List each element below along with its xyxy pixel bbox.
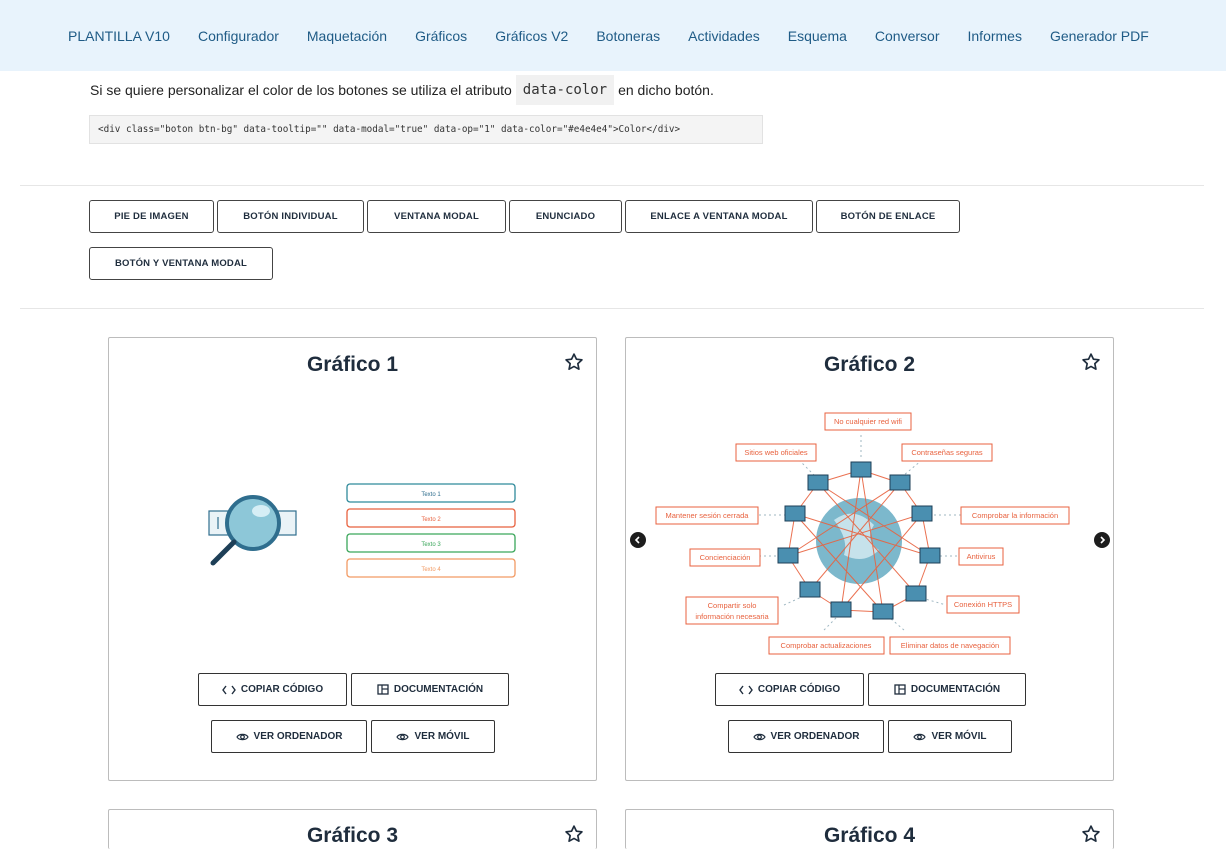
copy-code-button[interactable]: COPIAR CÓDIGO xyxy=(198,673,347,706)
nav-link-esquema[interactable]: Esquema xyxy=(788,28,847,44)
network-label: No cualquier red wifi xyxy=(834,417,902,426)
network-label: Conexión HTTPS xyxy=(954,600,1012,609)
card-title: Gráfico 4 xyxy=(823,824,916,847)
divider xyxy=(20,308,1204,309)
network-label: Eliminar datos de navegación xyxy=(901,641,999,650)
view-mobile-label: VER MÓVIL xyxy=(414,731,470,742)
eye-icon xyxy=(913,733,927,740)
documentation-button[interactable]: DOCUMENTACIÓN xyxy=(351,673,509,706)
nav-link-botoneras[interactable]: Botoneras xyxy=(596,28,660,44)
preview-text-1: Texto 1 xyxy=(421,492,441,498)
book-icon xyxy=(894,684,906,695)
intro-paragraph: Si se quiere personalizar el color de lo… xyxy=(90,75,714,105)
demo-button-boton-ventana-modal[interactable]: BOTÓN Y VENTANA MODAL xyxy=(89,247,273,280)
card-title: Gráfico 3 xyxy=(306,824,399,847)
graphic-preview-1: Texto 1 Texto 2 Texto 3 Texto 4 xyxy=(208,483,516,578)
demo-button-boton-individual[interactable]: BOTÓN INDIVIDUAL xyxy=(217,200,364,233)
network-label: Concienciación xyxy=(700,553,751,562)
network-label: Comprobar actualizaciones xyxy=(781,641,872,650)
documentation-label: DOCUMENTACIÓN xyxy=(393,684,484,695)
star-icon[interactable] xyxy=(1081,352,1101,372)
chevron-right-icon xyxy=(1100,536,1106,544)
network-label: Antivirus xyxy=(967,552,996,561)
carousel-next-button[interactable] xyxy=(1094,532,1110,548)
eye-icon xyxy=(396,733,410,740)
preview-text-4: Texto 4 xyxy=(421,567,441,573)
star-icon[interactable] xyxy=(1081,824,1101,844)
network-label: Mantener sesión cerrada xyxy=(666,511,750,520)
star-icon[interactable] xyxy=(564,824,584,844)
eye-icon xyxy=(752,733,766,740)
graphic-card-2: Gráfico 2 No cualquier red wifi Sitios w… xyxy=(625,337,1114,781)
nav-link-informes[interactable]: Informes xyxy=(968,28,1022,44)
documentation-button[interactable]: DOCUMENTACIÓN xyxy=(868,673,1026,706)
divider xyxy=(20,185,1204,186)
star-icon[interactable] xyxy=(564,352,584,372)
eye-icon xyxy=(235,733,249,740)
copy-code-label: COPIAR CÓDIGO xyxy=(240,684,324,695)
preview-text-3: Texto 3 xyxy=(421,542,441,548)
code-icon xyxy=(739,685,753,694)
view-mobile-button[interactable]: VER MÓVIL xyxy=(371,720,495,753)
demo-button-boton-enlace[interactable]: BOTÓN DE ENLACE xyxy=(816,200,960,233)
nav-link-conversor[interactable]: Conversor xyxy=(875,28,940,44)
demo-button-enunciado[interactable]: ENUNCIADO xyxy=(509,200,622,233)
nav-link-graficos-v2[interactable]: Gráficos V2 xyxy=(495,28,568,44)
code-example-text: <div class="boton btn-bg" data-tooltip="… xyxy=(98,124,681,135)
nav-link-plantilla[interactable]: PLANTILLA V10 xyxy=(68,28,170,44)
network-label: información necesaria xyxy=(695,612,769,621)
documentation-label: DOCUMENTACIÓN xyxy=(910,684,1001,695)
view-mobile-button[interactable]: VER MÓVIL xyxy=(888,720,1012,753)
view-desktop-label: VER ORDENADOR xyxy=(770,731,860,742)
inline-code: data-color xyxy=(515,75,615,105)
top-navigation: PLANTILLA V10 Configurador Maquetación G… xyxy=(0,0,1226,71)
copy-code-label: COPIAR CÓDIGO xyxy=(757,684,841,695)
chevron-left-icon xyxy=(634,536,640,544)
graphic-card-4: Gráfico 4 xyxy=(625,809,1114,849)
intro-text-before: Si se quiere personalizar el color de lo… xyxy=(90,82,512,98)
view-desktop-label: VER ORDENADOR xyxy=(253,731,343,742)
demo-button-ventana-modal[interactable]: VENTANA MODAL xyxy=(367,200,506,233)
carousel-prev-button[interactable] xyxy=(630,532,646,548)
book-icon xyxy=(377,684,389,695)
intro-text-after: en dicho botón. xyxy=(618,82,714,98)
graphic-card-1: Gráfico 1 Texto 1 Texto 2 Texto 3 Texto … xyxy=(108,337,597,781)
nav-link-generador-pdf[interactable]: Generador PDF xyxy=(1050,28,1149,44)
graphic-card-3: Gráfico 3 xyxy=(108,809,597,849)
card-title: Gráfico 1 xyxy=(306,353,399,376)
view-mobile-label: VER MÓVIL xyxy=(931,731,987,742)
demo-button-enlace-ventana-modal[interactable]: ENLACE A VENTANA MODAL xyxy=(625,200,813,233)
demo-button-pie-imagen[interactable]: PIE DE IMAGEN xyxy=(89,200,214,233)
preview-text-2: Texto 2 xyxy=(421,517,441,523)
view-desktop-button[interactable]: VER ORDENADOR xyxy=(728,720,884,753)
code-example-block: <div class="boton btn-bg" data-tooltip="… xyxy=(89,115,763,144)
nav-link-maquetacion[interactable]: Maquetación xyxy=(307,28,387,44)
graphic-preview-2: No cualquier red wifi Sitios web oficial… xyxy=(655,412,1070,655)
network-label: Comprobar la información xyxy=(972,511,1058,520)
nav-link-configurador[interactable]: Configurador xyxy=(198,28,279,44)
nav-link-actividades[interactable]: Actividades xyxy=(688,28,760,44)
nav-link-graficos[interactable]: Gráficos xyxy=(415,28,467,44)
network-label: Contraseñas seguras xyxy=(911,448,983,457)
network-label: Sitios web oficiales xyxy=(744,448,808,457)
view-desktop-button[interactable]: VER ORDENADOR xyxy=(211,720,367,753)
card-title: Gráfico 2 xyxy=(823,353,916,376)
network-label: Compartir solo xyxy=(708,601,757,610)
code-icon xyxy=(222,685,236,694)
copy-code-button[interactable]: COPIAR CÓDIGO xyxy=(715,673,864,706)
